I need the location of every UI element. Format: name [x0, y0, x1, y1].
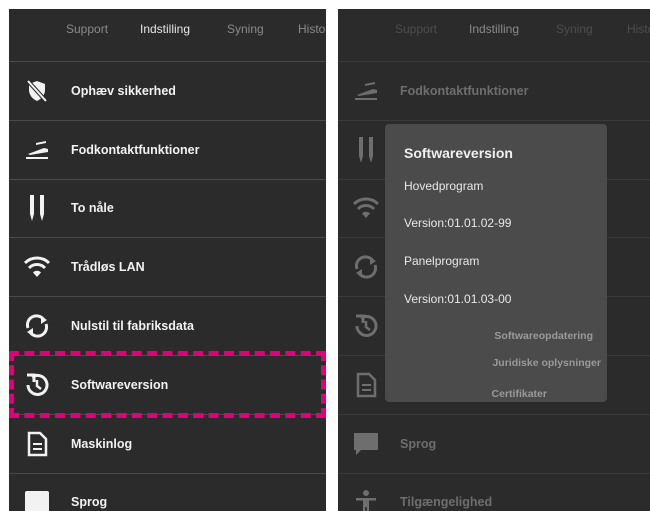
list-item-label: Ophæv sikkerhed — [71, 83, 176, 98]
list-item-accessibility[interactable]: Tilgængelighed — [338, 472, 650, 511]
twin-needle-icon — [23, 194, 51, 222]
dialog-title: Softwareversion — [404, 145, 513, 161]
list-item-label: Fodkontaktfunktioner — [400, 83, 529, 98]
list-item-machine-log[interactable]: Maskinlog — [9, 413, 326, 473]
list-item-factory-reset[interactable]: Nulstil til fabriksdata — [9, 296, 326, 355]
software-version-dialog: Softwareversion Hovedprogram Version:01.… — [385, 124, 607, 402]
certificates-link[interactable]: Certifikater — [492, 388, 547, 400]
list-item-foot-control[interactable]: Fodkontaktfunktioner — [9, 119, 326, 179]
list-item-foot-control[interactable]: Fodkontaktfunktioner — [338, 61, 650, 120]
list-item-twin-needle[interactable]: To nåle — [9, 178, 326, 238]
list-item-label: Fodkontaktfunktioner — [71, 142, 200, 157]
factory-reset-icon — [352, 253, 380, 281]
tab-support[interactable]: Support — [395, 22, 437, 36]
language-icon — [23, 488, 51, 511]
tab-bar: Support Indstilling Syning Histo — [338, 9, 650, 49]
tab-history[interactable]: Histo — [298, 22, 325, 36]
list-item-label: Softwareversion — [71, 377, 169, 392]
security-off-icon — [23, 77, 51, 105]
tab-bar: Support Indstilling Syning Histo — [9, 9, 326, 49]
tab-sewing[interactable]: Syning — [556, 22, 593, 36]
tab-history[interactable]: Histo — [627, 22, 650, 36]
tab-settings[interactable]: Indstilling — [140, 22, 190, 36]
list-item-language[interactable]: Sprog — [338, 413, 650, 473]
foot-control-icon — [352, 77, 380, 105]
settings-screen-left: Support Indstilling Syning Histo Ophæv s… — [9, 9, 326, 511]
list-item-software-version[interactable]: Softwareversion — [9, 354, 326, 414]
software-update-link[interactable]: Softwareopdatering — [494, 330, 593, 342]
list-item-wireless-lan[interactable]: Trådløs LAN — [9, 237, 326, 296]
tab-settings[interactable]: Indstilling — [469, 22, 519, 36]
legal-info-link[interactable]: Juridiske oplysninger — [492, 357, 601, 369]
software-version-icon — [352, 312, 380, 340]
list-item-language[interactable]: Sprog — [9, 472, 326, 511]
panel-program-version: Version:01.01.03-00 — [404, 292, 512, 306]
wifi-icon — [23, 253, 51, 281]
list-item-label: To nåle — [71, 201, 114, 216]
list-item-label: Maskinlog — [71, 436, 133, 451]
list-item-label: Nulstil til fabriksdata — [71, 319, 194, 334]
list-item-label: Sprog — [71, 495, 108, 510]
settings-screen-right: Support Indstilling Syning Histo Fodkont… — [338, 9, 650, 511]
list-item-security[interactable]: Ophæv sikkerhed — [9, 61, 326, 120]
list-item-label: Sprog — [400, 436, 437, 451]
tab-support[interactable]: Support — [66, 22, 108, 36]
settings-list: Ophæv sikkerhed Fodkontaktfunktioner To … — [9, 61, 326, 511]
wifi-icon — [352, 194, 380, 222]
language-icon — [352, 430, 380, 458]
software-version-icon — [23, 371, 51, 399]
main-program-version: Version:01.01.02-99 — [404, 216, 512, 230]
twin-needle-icon — [352, 136, 380, 164]
document-icon — [23, 430, 51, 458]
factory-reset-icon — [23, 312, 51, 340]
accessibility-icon — [352, 488, 380, 511]
main-program-label: Hovedprogram — [404, 179, 484, 193]
panel-program-label: Panelprogram — [404, 254, 480, 268]
list-item-label: Trådløs LAN — [71, 260, 145, 275]
document-icon — [352, 371, 380, 399]
foot-control-icon — [23, 136, 51, 164]
tab-sewing[interactable]: Syning — [227, 22, 264, 36]
list-item-label: Tilgængelighed — [400, 495, 493, 510]
